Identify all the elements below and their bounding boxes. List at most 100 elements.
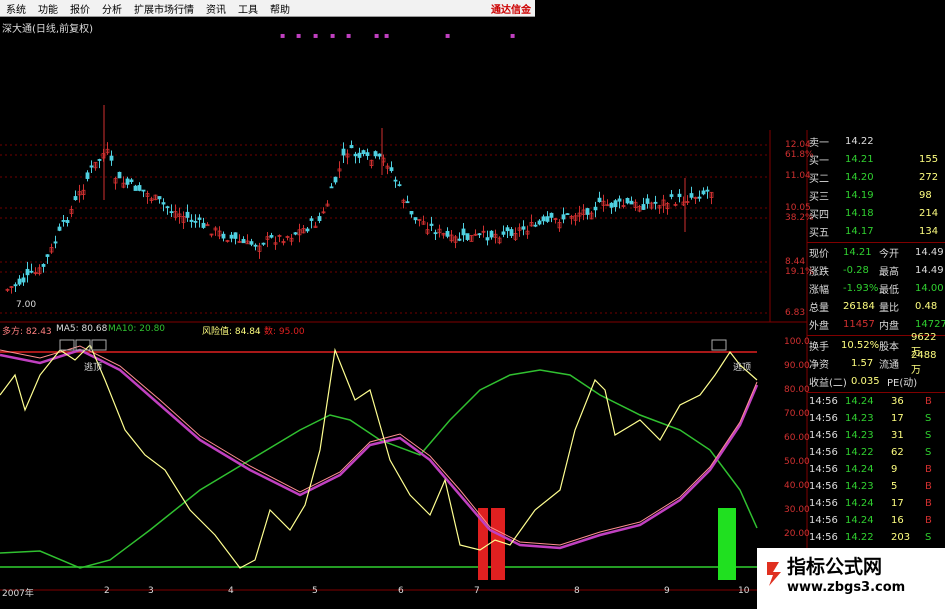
candle-body (609, 202, 614, 208)
order-row[interactable]: 买五 14.17 134 (807, 222, 945, 240)
quote-panel: 卖一 14.22 买一 14.21 155 买二 14.20 272 买三 14.19 98 … (807, 132, 945, 580)
candle-body (305, 228, 310, 232)
menu-item-quote[interactable]: 报价 (64, 1, 96, 16)
trade-row[interactable]: 14:56 14.22 62 S (807, 444, 945, 461)
candle-body (565, 213, 570, 216)
trade-time: 14:56 (809, 515, 838, 526)
trade-side: S (925, 413, 932, 424)
top-dot: ▪ (510, 31, 515, 40)
fund-row: 收益(二) 0.035 PE(动) (809, 375, 918, 389)
top-dot: ▪ (296, 31, 301, 40)
indicator-axis-label: 90.00 (784, 361, 810, 371)
candle-body (261, 242, 266, 245)
top-dot: ▪ (313, 31, 318, 40)
trade-price: 14.23 (845, 413, 874, 424)
candle-body (533, 224, 538, 227)
trade-row[interactable]: 14:56 14.23 31 S (807, 427, 945, 444)
menu-item-help[interactable]: 帮助 (264, 1, 296, 16)
ma5-line (0, 345, 758, 546)
ma5-line-purple (0, 348, 759, 550)
quote-row: 总量 26184 量比 0.48 (809, 300, 938, 314)
indicator-axis-label: 70.00 (784, 409, 810, 419)
trade-vol: 5 (891, 481, 898, 492)
trade-price: 14.24 (845, 515, 874, 526)
candle-body (61, 220, 66, 222)
candle-body (669, 194, 674, 197)
candle-body (229, 234, 234, 239)
candle-body (625, 198, 630, 204)
trade-time: 14:56 (809, 464, 838, 475)
top-dot: ▪ (346, 31, 351, 40)
trade-row[interactable]: 14:56 14.23 17 S (807, 410, 945, 427)
menu-item-analysis[interactable]: 分析 (96, 1, 128, 16)
candle-body (293, 232, 298, 235)
candle-body (21, 277, 26, 283)
brand-label: 通达信金 (491, 5, 531, 16)
zbgs-logo (767, 562, 781, 586)
menu-item-system[interactable]: 系统 (0, 1, 32, 16)
candle-body (409, 210, 414, 215)
order-row[interactable]: 卖一 14.22 (807, 132, 945, 150)
candle-body (309, 218, 314, 221)
candle-body (697, 196, 702, 199)
candle-body (613, 200, 618, 208)
candle-body (249, 241, 254, 245)
candle-body (169, 211, 174, 214)
legend-ref: 数: 95.00 (264, 327, 305, 337)
indicator-axis-label: 20.00 (784, 529, 810, 539)
candle-body (465, 233, 470, 240)
legend-ma5: MA5: 80.68 (56, 324, 108, 334)
trade-side: B (925, 498, 932, 509)
order-row[interactable]: 买三 14.19 98 (807, 186, 945, 204)
trade-row[interactable]: 14:56 14.24 36 B (807, 393, 945, 410)
candle-body (125, 178, 130, 185)
legend-risk: 风险值: 84.84 (202, 327, 261, 337)
candle-body (221, 233, 226, 239)
candle-body (65, 220, 70, 223)
menu-item-function[interactable]: 功能 (32, 1, 64, 16)
candle-body (485, 237, 490, 241)
menu-bar: 系统 功能 报价 分析 扩展市场行情 资讯 工具 帮助 通达信金 (0, 0, 535, 17)
candle-body (561, 214, 566, 220)
trade-row[interactable]: 14:56 14.23 5 B (807, 478, 945, 495)
candle-body (593, 206, 598, 211)
candle-body (413, 217, 418, 221)
order-book: 卖一 14.22 买一 14.21 155 买二 14.20 272 买三 14.19 98 … (807, 132, 945, 240)
trade-vol: 62 (891, 447, 904, 458)
menu-item-extended-market[interactable]: 扩展市场行情 (128, 1, 200, 16)
menu-item-tools[interactable]: 工具 (232, 1, 264, 16)
trade-time: 14:56 (809, 413, 838, 424)
indicator-axis-label: 50.00 (784, 457, 810, 467)
order-row[interactable]: 买四 14.18 214 (807, 204, 945, 222)
candle-body (357, 152, 362, 158)
candle-body (505, 227, 510, 232)
trade-row[interactable]: 14:56 14.22 203 S (807, 529, 945, 546)
top-dot: ▪ (374, 31, 379, 40)
order-row[interactable]: 买一 14.21 155 (807, 150, 945, 168)
candle-body (461, 228, 466, 236)
candle-body (25, 268, 30, 276)
candle-body (433, 232, 438, 235)
trade-row[interactable]: 14:56 14.24 16 B (807, 512, 945, 529)
trade-vol: 17 (891, 498, 904, 509)
x-axis-label: 2 (104, 586, 110, 596)
candle-body (201, 222, 206, 228)
price-label: 6.83 (785, 308, 806, 318)
candle-body (701, 190, 706, 195)
menu-item-news[interactable]: 资讯 (200, 1, 232, 16)
trade-row[interactable]: 14:56 14.24 9 B (807, 461, 945, 478)
x-axis-label: 4 (228, 586, 234, 596)
trade-price: 14.22 (845, 532, 874, 543)
trade-side: B (925, 464, 932, 475)
candlesticks (5, 105, 714, 294)
trade-row[interactable]: 14:56 14.24 17 B (807, 495, 945, 512)
top-annotation-right: 逃顶 (733, 363, 752, 373)
top-annotation-left: 逃顶 (84, 363, 103, 373)
watermark-title: 指标公式网 (787, 556, 883, 578)
price-label: 8.44 (785, 257, 806, 267)
candle-body (253, 244, 258, 247)
chart-canvas[interactable]: ▪ ▪ ▪ ▪ ▪ ▪ ▪ ▪ ▪ (0, 0, 945, 609)
quote-row: 现价 14.21 今开 14.49 (809, 246, 944, 260)
trade-side: B (925, 396, 932, 407)
order-row[interactable]: 买二 14.20 272 (807, 168, 945, 186)
